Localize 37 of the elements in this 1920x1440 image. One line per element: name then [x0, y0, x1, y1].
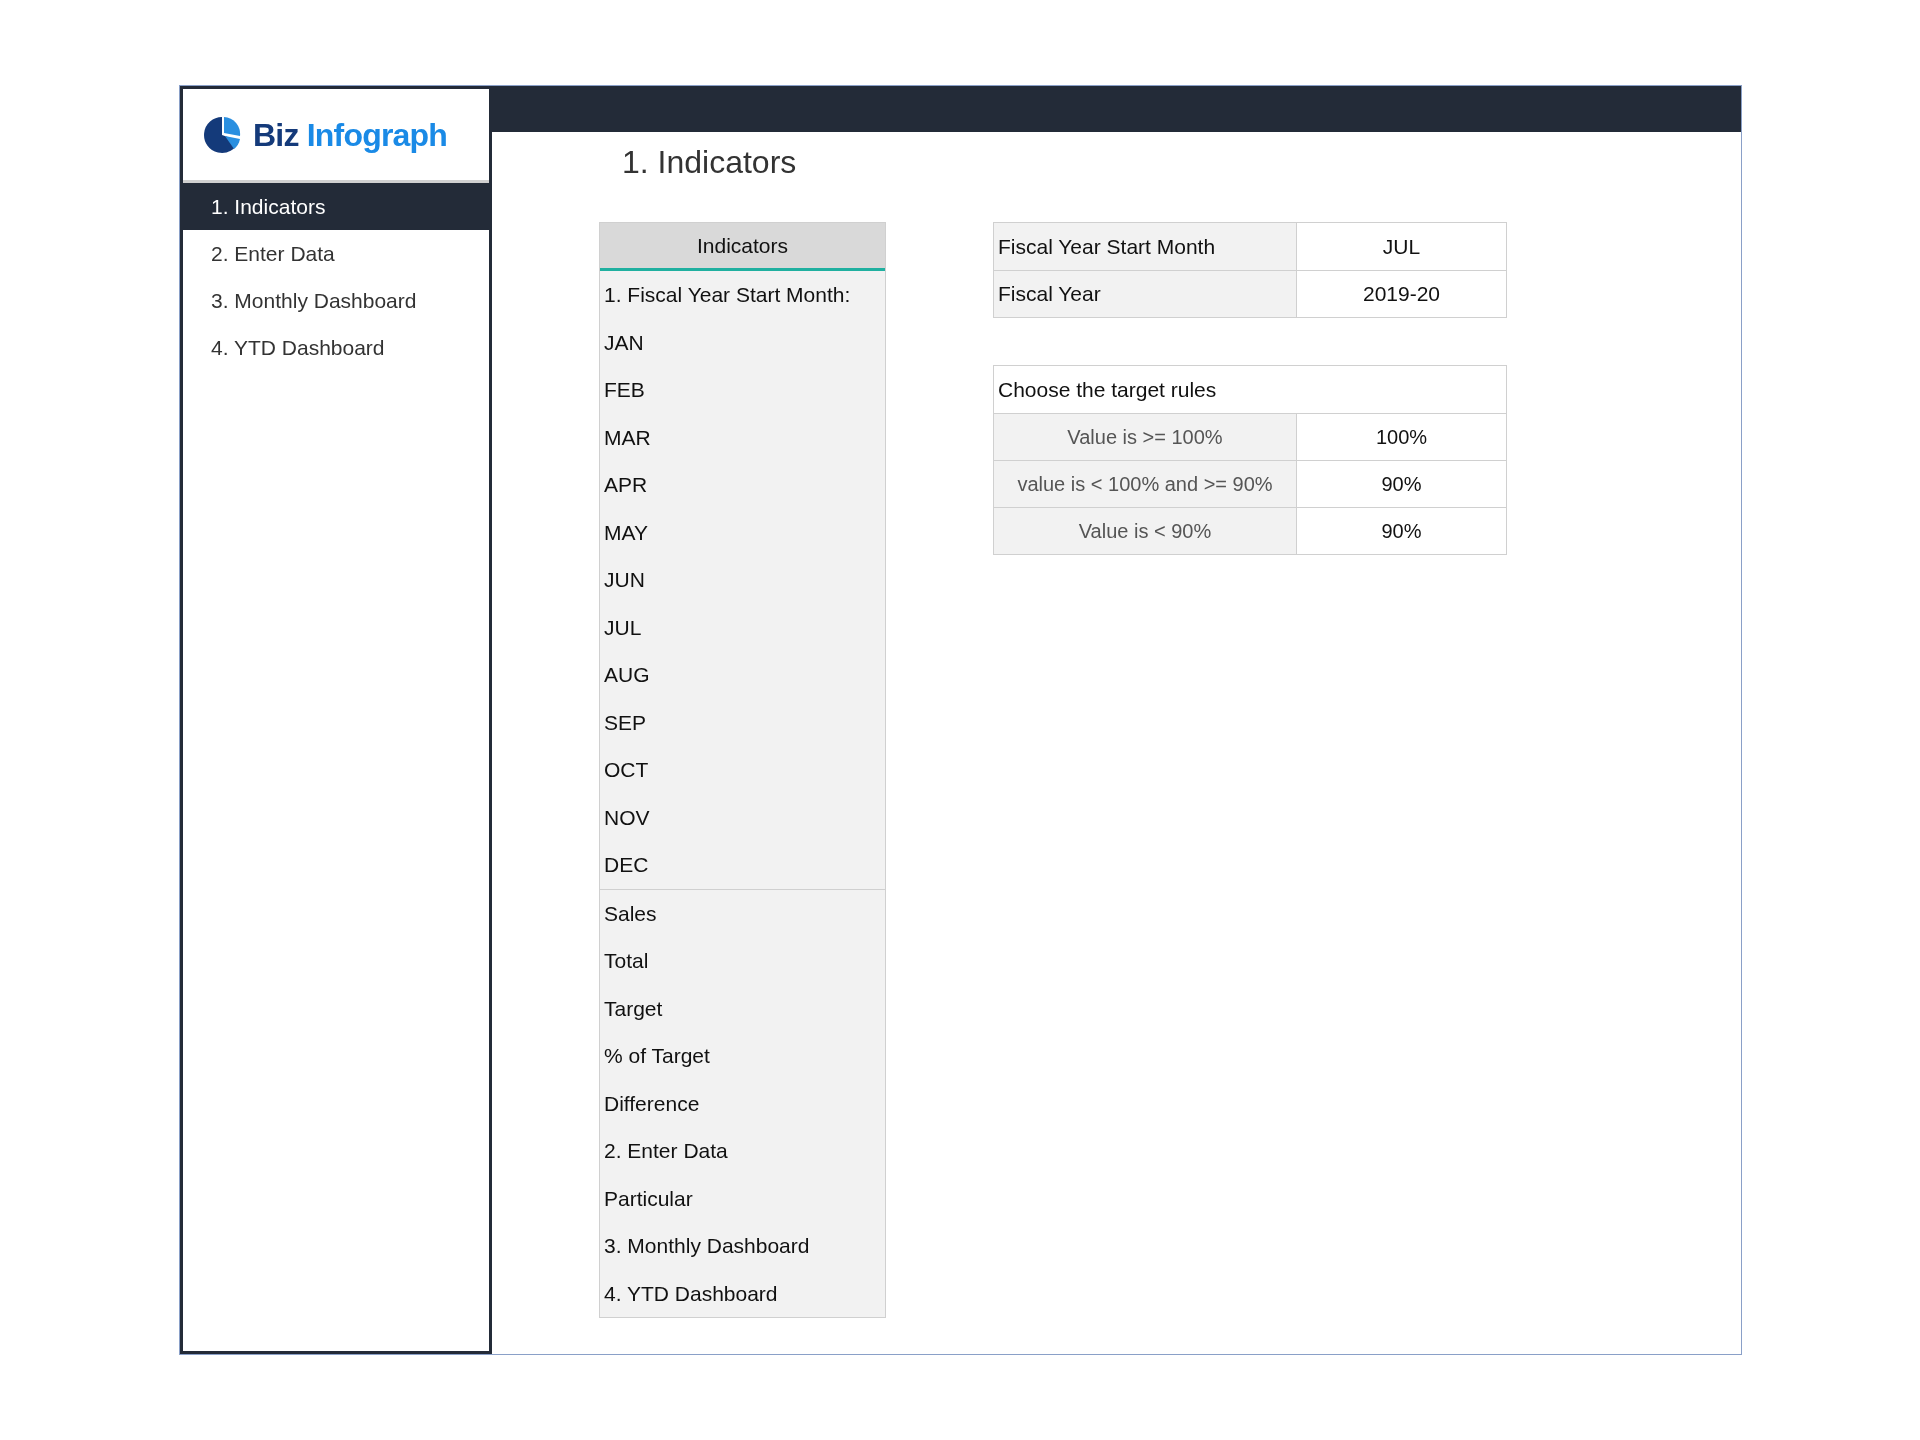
table-cell: Value is >= 100%	[994, 414, 1297, 460]
table-cell-text: MAY	[603, 519, 649, 546]
logo-text: Biz Infograph	[253, 115, 448, 155]
table-cell-text: OCT	[603, 757, 650, 783]
table-cell-text: 2019-20	[1361, 281, 1442, 308]
table-cell-text: APR	[603, 472, 649, 498]
table-cell-text: Particular	[603, 1185, 694, 1212]
table-cell: Value is < 90%	[994, 508, 1297, 554]
table-cell-text: JAN	[603, 329, 645, 356]
table-cell-text: Total	[603, 948, 650, 974]
table-cell-text: Difference	[603, 1090, 701, 1117]
table-cell-text: DEC	[603, 852, 650, 878]
page-title: 1. Indicators	[622, 143, 797, 182]
table-cell-text: 90%	[1380, 472, 1423, 497]
table-cell-text: 4. YTD Dashboard	[603, 1280, 779, 1307]
table-cell-text: Sales	[603, 900, 658, 927]
table-cell-text: NOV	[603, 804, 651, 831]
nav-item[interactable]: 1. Indicators	[183, 183, 489, 230]
table-cell-text: FEB	[603, 377, 646, 403]
table-cell: value is < 100% and >= 90%	[994, 461, 1297, 507]
table-cell: Fiscal Year Start Month	[994, 223, 1297, 270]
table-cell-text: 100%	[1374, 425, 1429, 450]
table-cell-text: JUN	[603, 567, 646, 593]
table-cell-text: MAR	[603, 424, 652, 451]
table-cell-text: SEP	[603, 709, 648, 736]
table-cell: Fiscal Year	[994, 271, 1297, 317]
table-header: Indicators	[600, 223, 885, 271]
table-cell-text: % of Target	[603, 1043, 711, 1069]
table-cell-text: 1. Fiscal Year Start Month:	[603, 282, 852, 308]
table-cell-text: 2. Enter Data	[603, 1138, 729, 1164]
table-cell-text: Target	[603, 995, 664, 1022]
table-cell-text: AUG	[603, 662, 651, 688]
table-cell-text: JUL	[1381, 233, 1422, 260]
table-cell-text: 90%	[1380, 519, 1423, 544]
table-cell-text: JUL	[603, 614, 643, 641]
table-cell-text: 3. Monthly Dashboard	[603, 1233, 811, 1259]
table-header: Choose the target rules	[997, 376, 1218, 403]
